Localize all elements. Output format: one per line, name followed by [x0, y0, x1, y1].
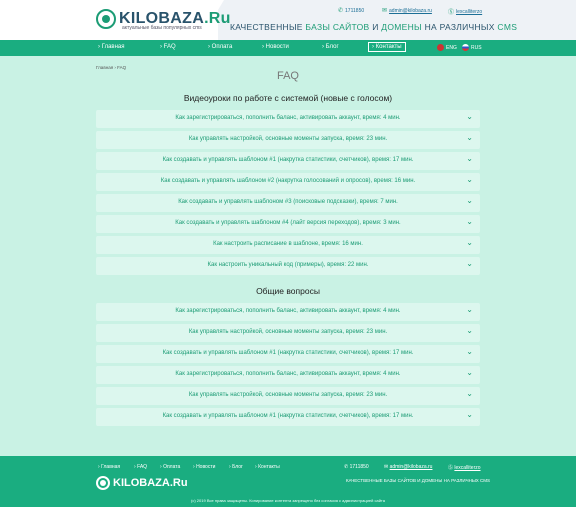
ru-flag-icon [462, 44, 469, 51]
page-title: FAQ [276, 70, 299, 82]
header-email[interactable]: ✉ admin@kilobaza.ru [382, 7, 432, 15]
logo-subtitle: актуальные базы популярных cms [122, 25, 202, 31]
footer-copyright: (с) 2019 Все права защищены. Копирование… [191, 498, 385, 503]
faq-item-label: Как настроить уникальный код (примеры), … [207, 262, 369, 268]
header: KILOBAZA.Ru актуальные базы популярных c… [0, 0, 576, 40]
chevron-down-icon: ⌄ [466, 238, 473, 247]
footer-nav-news[interactable]: › Новости [193, 464, 215, 470]
faq-item-label: Как управлять настройкой, основные момен… [188, 329, 388, 335]
chevron-down-icon: ⌄ [466, 196, 473, 205]
uk-flag-icon [437, 44, 444, 51]
lang-en[interactable]: ENG [437, 44, 457, 51]
footer-nav-faq[interactable]: › FAQ [134, 464, 147, 470]
footer-phone: ✆ 1711850 [344, 464, 369, 470]
faq-item[interactable]: Как зарегистрироваться, пополнить баланс… [96, 110, 480, 128]
chevron-down-icon: ⌄ [466, 368, 473, 377]
faq-item[interactable]: Как настроить уникальный код (примеры), … [96, 257, 480, 275]
faq-item-label: Как создавать и управлять шаблоном #1 (н… [162, 350, 414, 356]
faq-item-label: Как управлять настройкой, основные момен… [188, 136, 388, 142]
chevron-down-icon: ⌄ [466, 347, 473, 356]
chevron-down-icon: ⌄ [466, 305, 473, 314]
chevron-down-icon: ⌄ [466, 389, 473, 398]
header-phone: ✆ 1711850 [338, 7, 365, 15]
nav-item-payment[interactable]: › Оплата [208, 44, 232, 50]
footer-tagline: КАЧЕСТВЕННЫЕ БАЗЫ САЙТОВ И ДОМЕНЫ НА РАЗ… [346, 478, 491, 483]
faq-item[interactable]: Как управлять настройкой, основные момен… [96, 324, 480, 342]
footer-skype[interactable]: Ⓢ lexcalliterzo [448, 464, 481, 471]
phone-icon: ✆ [338, 8, 344, 14]
faq-item[interactable]: Как зарегистрироваться, пополнить баланс… [96, 366, 480, 384]
footer: › Главная › FAQ › Оплата › Новости › Бло… [0, 456, 576, 507]
faq-item[interactable]: Как создавать и управлять шаблоном #2 (н… [96, 173, 480, 191]
footer-logo[interactable]: KILOBAZA.Ru [96, 476, 188, 490]
main-nav: › Главная › FAQ › Оплата › Новости › Бло… [0, 40, 576, 56]
mail-icon: ✉ [384, 464, 389, 470]
faq-item-label: Как создавать и управлять шаблоном #1 (н… [162, 413, 414, 419]
footer-email[interactable]: ✉ admin@kilobaza.ru [384, 464, 432, 470]
faq-item-label: Как зарегистрироваться, пополнить баланс… [175, 371, 401, 377]
header-skype[interactable]: Ⓢlexcalliterzo [448, 7, 482, 17]
header-tagline: КАЧЕСТВЕННЫЕ БАЗЫ САЙТОВ И ДОМЕНЫ НА РАЗ… [230, 22, 518, 32]
faq-item-label: Как создавать и управлять шаблоном #3 (п… [178, 199, 398, 205]
skype-icon: Ⓢ [448, 10, 455, 16]
logo-mark-icon [96, 476, 110, 490]
nav-item-home[interactable]: › Главная [98, 44, 125, 50]
chevron-down-icon: ⌄ [466, 154, 473, 163]
faq-item[interactable]: Как зарегистрироваться, пополнить баланс… [96, 303, 480, 321]
faq-item[interactable]: Как создавать и управлять шаблоном #1 (н… [96, 408, 480, 426]
chevron-down-icon: ⌄ [466, 259, 473, 268]
footer-nav-blog[interactable]: › Блог [229, 464, 243, 470]
mail-icon: ✉ [382, 8, 388, 14]
header-right-panel [218, 0, 576, 40]
faq-item[interactable]: Как управлять настройкой, основные момен… [96, 131, 480, 149]
skype-icon: Ⓢ [448, 465, 454, 471]
footer-nav-payment[interactable]: › Оплата [160, 464, 180, 470]
nav-item-news[interactable]: › Новости [262, 44, 289, 50]
chevron-down-icon: ⌄ [466, 326, 473, 335]
logo-mark-icon [96, 9, 116, 29]
section-title-general: Общие вопросы [256, 286, 320, 296]
nav-item-blog[interactable]: › Блог [322, 44, 339, 50]
faq-item[interactable]: Как создавать и управлять шаблоном #1 (н… [96, 152, 480, 170]
section-title-video: Видеоуроки по работе с системой (новые с… [183, 93, 393, 103]
faq-item-label: Как зарегистрироваться, пополнить баланс… [175, 115, 401, 121]
chevron-down-icon: ⌄ [466, 112, 473, 121]
footer-nav-contacts[interactable]: › Контакты [255, 464, 280, 470]
faq-item[interactable]: Как управлять настройкой, основные момен… [96, 387, 480, 405]
faq-item[interactable]: Как настроить расписание в шаблоне, врем… [96, 236, 480, 254]
nav-item-contacts[interactable]: › Контакты [368, 42, 406, 52]
footer-logo-text: KILOBAZA.Ru [113, 477, 188, 489]
faq-item-label: Как управлять настройкой, основные момен… [188, 392, 388, 398]
nav-item-faq[interactable]: › FAQ [160, 44, 176, 50]
faq-item[interactable]: Как создавать и управлять шаблоном #1 (н… [96, 345, 480, 363]
chevron-down-icon: ⌄ [466, 217, 473, 226]
faq-item-label: Как настроить расписание в шаблоне, врем… [213, 241, 363, 247]
chevron-down-icon: ⌄ [466, 175, 473, 184]
chevron-down-icon: ⌄ [466, 133, 473, 142]
footer-nav-home[interactable]: › Главная [98, 464, 120, 470]
phone-icon: ✆ [344, 464, 349, 470]
faq-item-label: Как зарегистрироваться, пополнить баланс… [175, 308, 401, 314]
lang-ru[interactable]: RUS [462, 44, 482, 51]
faq-item-label: Как создавать и управлять шаблоном #4 (л… [175, 220, 401, 226]
faq-item[interactable]: Как создавать и управлять шаблоном #4 (л… [96, 215, 480, 233]
faq-item-label: Как создавать и управлять шаблоном #2 (н… [160, 178, 416, 184]
chevron-down-icon: ⌄ [466, 410, 473, 419]
faq-item[interactable]: Как создавать и управлять шаблоном #3 (п… [96, 194, 480, 212]
faq-item-label: Как создавать и управлять шаблоном #1 (н… [162, 157, 414, 163]
